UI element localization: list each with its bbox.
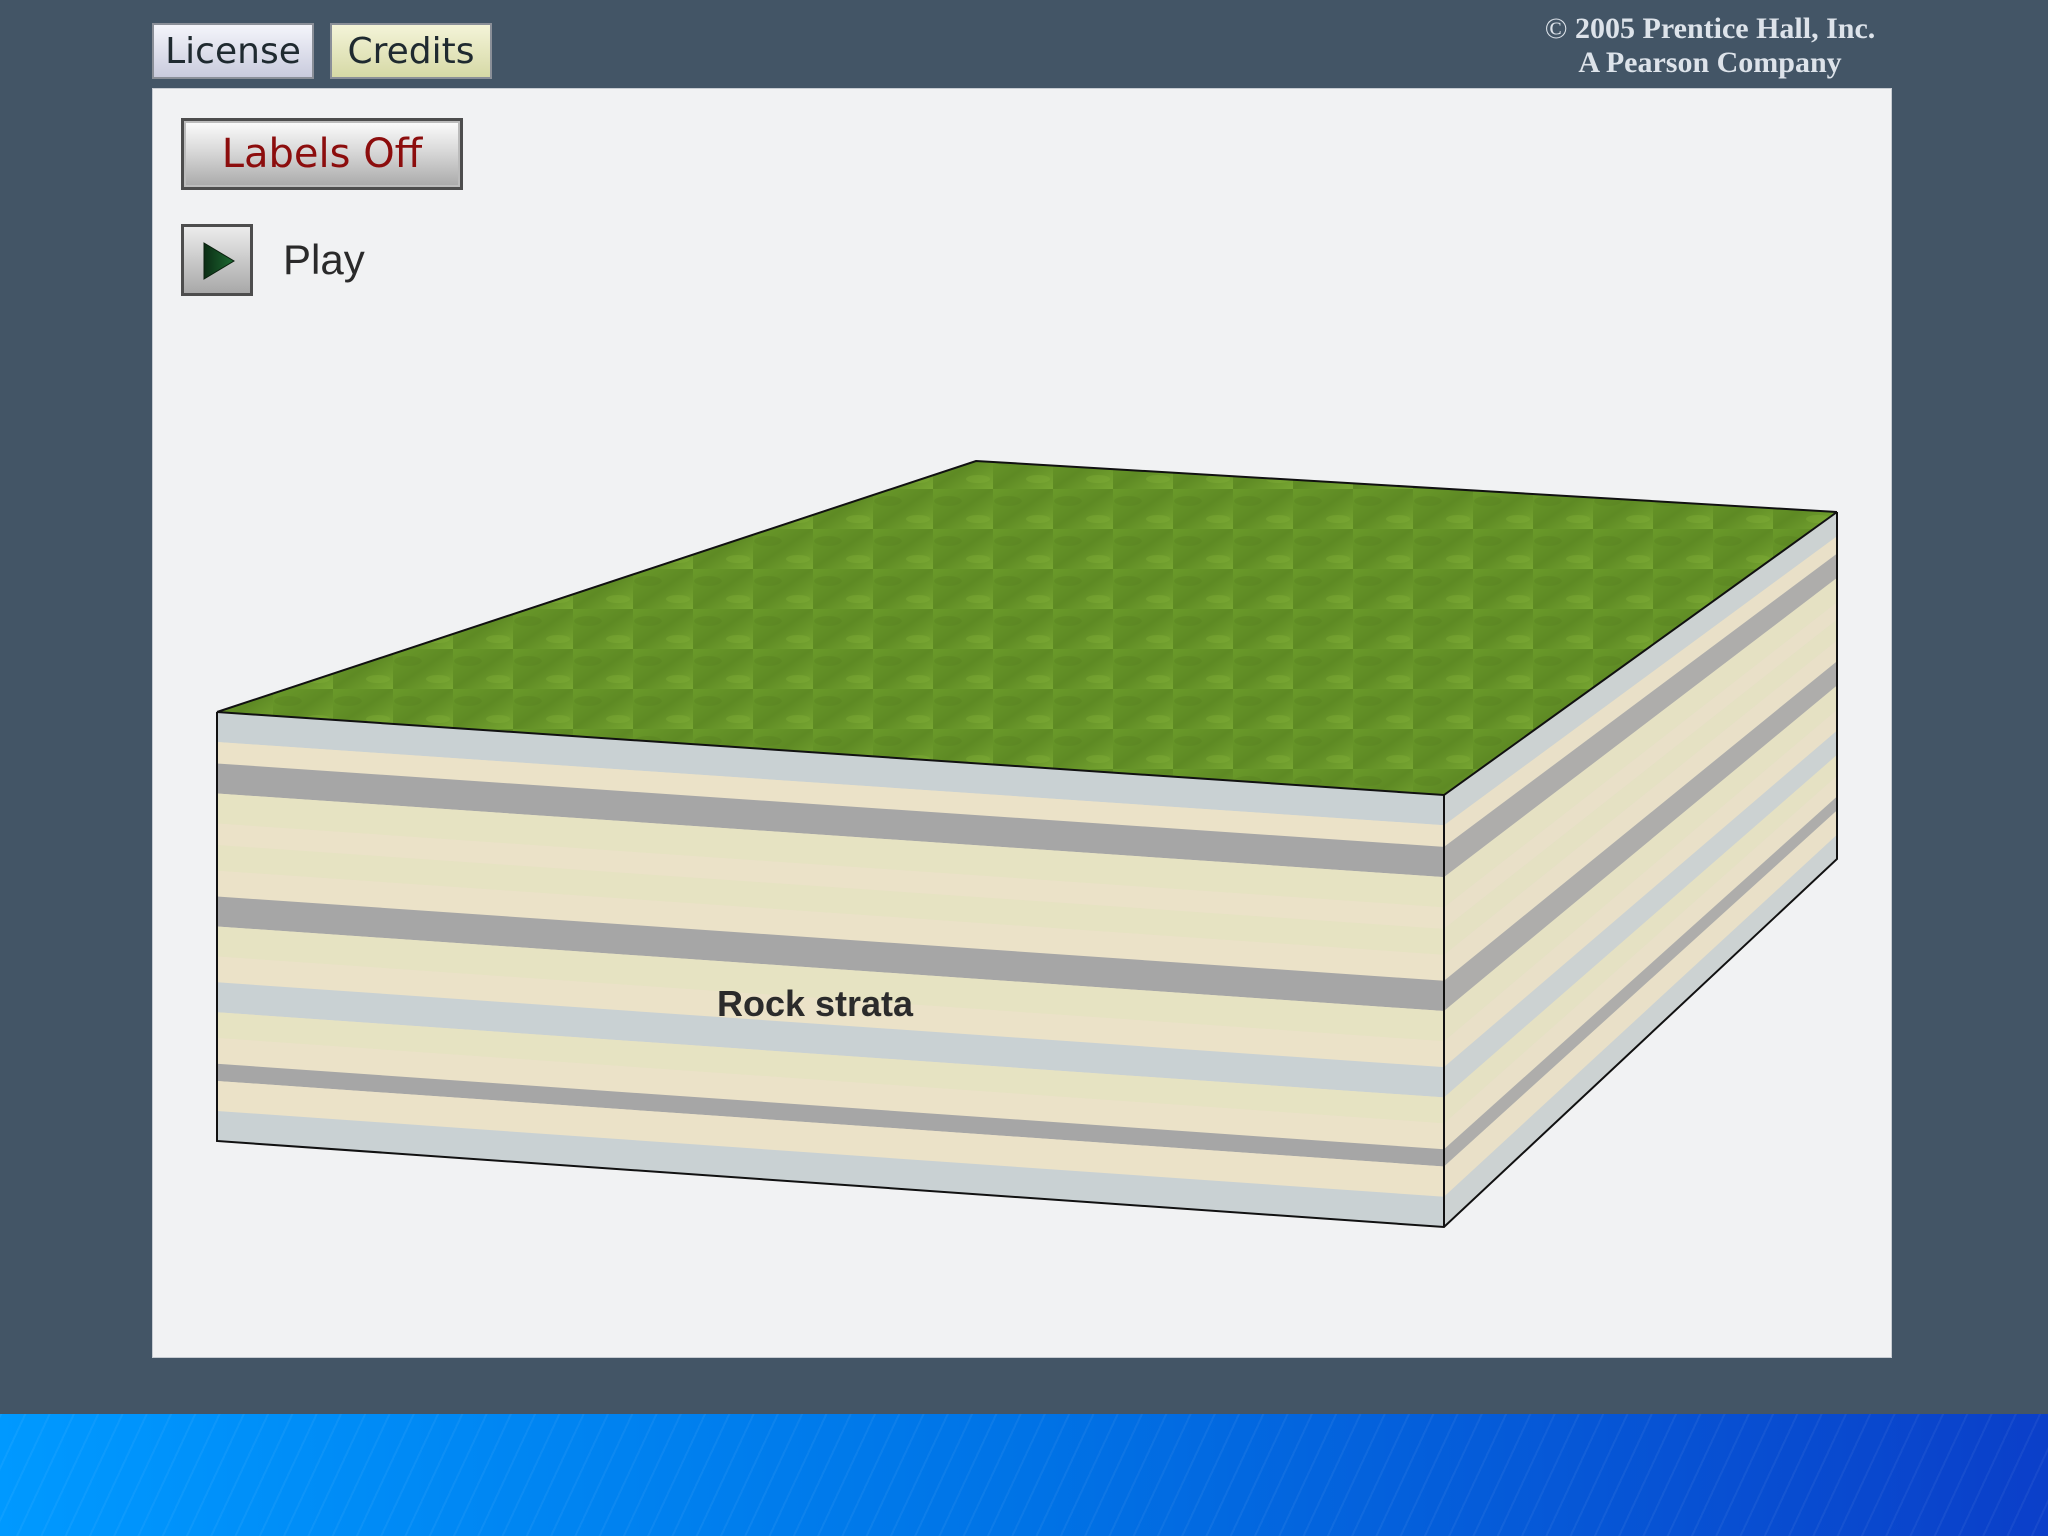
credits-button[interactable]: Credits xyxy=(330,23,492,79)
copyright-line-2: A Pearson Company xyxy=(1578,46,1842,79)
copyright-line-1: © 2005 Prentice Hall, Inc. xyxy=(1500,12,1920,46)
animation-stage: Labels Off Play Rock strata xyxy=(152,88,1892,1358)
rock-strata-block: Rock strata xyxy=(216,459,1838,1229)
copyright-text: 2005 Prentice Hall, Inc. xyxy=(1575,12,1876,45)
rock-strata-label: Rock strata xyxy=(717,983,914,1024)
copyright-notice: © 2005 Prentice Hall, Inc. A Pearson Com… xyxy=(1500,12,1920,80)
license-button[interactable]: License xyxy=(152,23,314,79)
copyright-symbol: © xyxy=(1544,12,1568,45)
footer-band xyxy=(0,1414,2048,1536)
